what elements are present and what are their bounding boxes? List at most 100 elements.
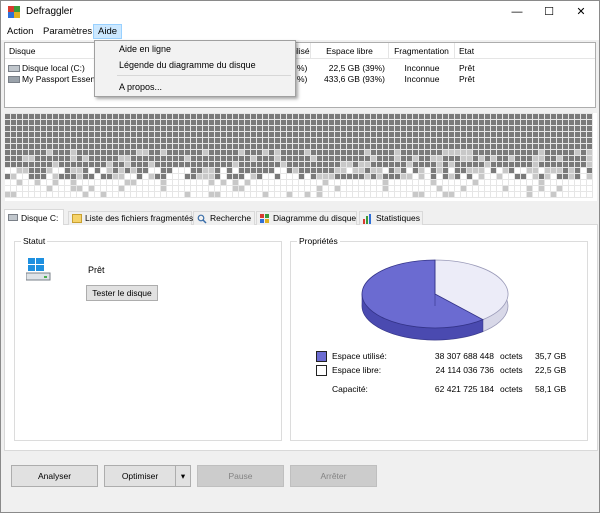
disk-map-block[interactable] [286,191,293,198]
disk-map-block[interactable] [562,167,569,174]
disk-map-block[interactable] [94,179,101,186]
disk-map-block[interactable] [130,155,137,162]
disk-map-block[interactable] [466,149,473,156]
disk-map-block[interactable] [388,149,395,156]
disk-map-block[interactable] [82,149,89,156]
disk-map-block[interactable] [460,161,467,168]
disk-map-block[interactable] [64,113,71,120]
disk-map-block[interactable] [496,173,503,180]
disk-map-block[interactable] [568,143,575,150]
disk-map-block[interactable] [304,173,311,180]
disk-map-block[interactable] [172,143,179,150]
disk-map-block[interactable] [244,161,251,168]
disk-map-block[interactable] [310,185,317,192]
disk-map-block[interactable] [232,131,239,138]
disk-map-block[interactable] [478,119,485,126]
disk-map-block[interactable] [418,125,425,132]
disk-map-block[interactable] [88,137,95,144]
disk-map-block[interactable] [388,143,395,150]
disk-map-block[interactable] [166,137,173,144]
disk-map-block[interactable] [430,149,437,156]
disk-map-block[interactable] [142,185,149,192]
disk-map-block[interactable] [334,137,341,144]
disk-map-block[interactable] [478,161,485,168]
disk-map-block[interactable] [358,131,365,138]
disk-map-block[interactable] [112,179,119,186]
disk-map-block[interactable] [268,137,275,144]
disk-map-block[interactable] [160,131,167,138]
disk-map-block[interactable] [334,143,341,150]
disk-map-block[interactable] [430,119,437,126]
col-espace-libre[interactable]: Espace libre [311,43,389,59]
disk-map-block[interactable] [418,113,425,120]
disk-map-block[interactable] [10,191,17,198]
disk-map-block[interactable] [538,113,545,120]
disk-map-block[interactable] [292,113,299,120]
disk-map-block[interactable] [94,167,101,174]
disk-map-block[interactable] [460,131,467,138]
disk-map-block[interactable] [214,155,221,162]
disk-map-block[interactable] [178,143,185,150]
disk-map-block[interactable] [532,161,539,168]
disk-map-block[interactable] [532,155,539,162]
disk-map-block[interactable] [352,179,359,186]
disk-map-block[interactable] [268,149,275,156]
disk-map-block[interactable] [580,149,587,156]
disk-map-block[interactable] [490,155,497,162]
disk-map-block[interactable] [346,191,353,198]
disk-map-block[interactable] [106,119,113,126]
disk-map-block[interactable] [334,173,341,180]
disk-map-block[interactable] [46,143,53,150]
disk-map-block[interactable] [460,119,467,126]
disk-map-block[interactable] [406,179,413,186]
disk-map-block[interactable] [508,167,515,174]
disk-map-block[interactable] [160,125,167,132]
disk-map-block[interactable] [562,179,569,186]
disk-map-block[interactable] [220,173,227,180]
disk-map-block[interactable] [424,119,431,126]
disk-map-block[interactable] [580,137,587,144]
disk-map-block[interactable] [274,191,281,198]
disk-map-block[interactable] [298,161,305,168]
disk-map-block[interactable] [544,173,551,180]
disk-map-block[interactable] [454,191,461,198]
disk-map-block[interactable] [148,167,155,174]
disk-map-block[interactable] [496,161,503,168]
disk-map-block[interactable] [352,113,359,120]
disk-map-block[interactable] [136,179,143,186]
disk-map-block[interactable] [5,161,11,168]
disk-map-block[interactable] [292,125,299,132]
disk-map-block[interactable] [382,191,389,198]
disk-map-block[interactable] [238,149,245,156]
disk-map-block[interactable] [418,161,425,168]
disk-map-block[interactable] [328,185,335,192]
disk-map-block[interactable] [214,185,221,192]
disk-map-block[interactable] [154,185,161,192]
disk-map-block[interactable] [112,161,119,168]
disk-map-block[interactable] [442,179,449,186]
disk-map-block[interactable] [34,179,41,186]
disk-map-block[interactable] [400,179,407,186]
disk-map-block[interactable] [208,131,215,138]
disk-map-block[interactable] [532,191,539,198]
disk-map-block[interactable] [538,179,545,186]
disk-map-block[interactable] [544,179,551,186]
disk-map-block[interactable] [10,149,17,156]
disk-map-block[interactable] [412,149,419,156]
disk-map-block[interactable] [352,161,359,168]
disk-map-block[interactable] [334,185,341,192]
disk-map-block[interactable] [166,149,173,156]
disk-map-block[interactable] [34,191,41,198]
disk-map-block[interactable] [400,113,407,120]
disk-map-block[interactable] [136,137,143,144]
disk-map-block[interactable] [490,185,497,192]
disk-map-block[interactable] [364,119,371,126]
disk-map-block[interactable] [400,149,407,156]
disk-map-block[interactable] [64,143,71,150]
disk-map-block[interactable] [328,131,335,138]
disk-map-block[interactable] [310,179,317,186]
disk-map-block[interactable] [376,167,383,174]
disk-map-block[interactable] [526,131,533,138]
disk-map-block[interactable] [454,173,461,180]
disk-map-block[interactable] [256,149,263,156]
